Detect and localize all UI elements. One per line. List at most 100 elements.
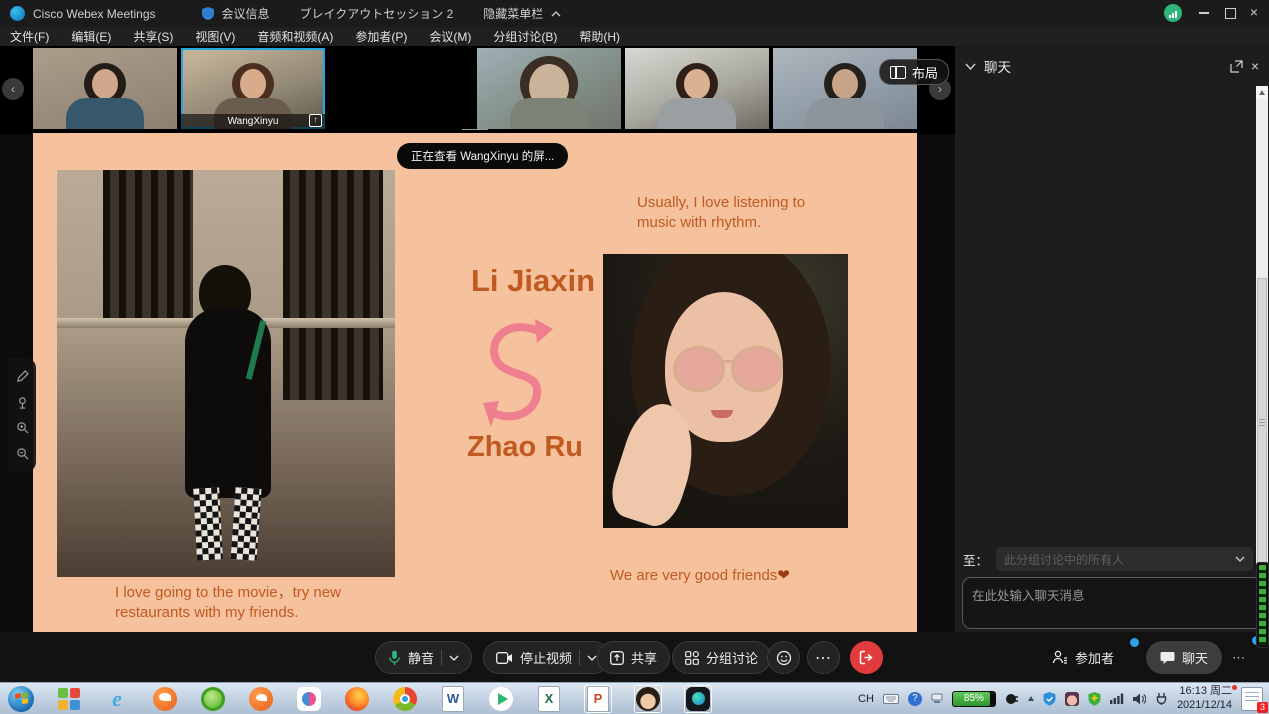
close-button[interactable]: × (1248, 6, 1260, 18)
zoom-in-icon[interactable] (16, 421, 29, 434)
ime-help-icon[interactable]: ? (908, 692, 922, 706)
taskbar-icon-baidu-netdisk[interactable] (296, 686, 322, 712)
photo-art-layer (721, 360, 733, 363)
minimize-button[interactable] (1198, 7, 1210, 19)
power-adapter-icon[interactable] (1005, 693, 1019, 705)
hide-menubar-button[interactable]: 隐藏菜单栏 (483, 5, 543, 22)
video-thumb-participant-4[interactable] (477, 48, 621, 129)
shared-screen-slide: I love going to the movie，try new restau… (33, 133, 917, 632)
chevron-down-icon[interactable] (587, 655, 597, 661)
participant-face (240, 69, 266, 99)
leave-meeting-button[interactable] (850, 641, 883, 674)
video-thumb-participant-5[interactable] (625, 48, 769, 129)
menu-share[interactable]: 共享(S) (133, 28, 173, 45)
share-button[interactable]: 共享 (597, 641, 670, 674)
recipient-value: 此分组讨论中的所有人 (1004, 551, 1229, 568)
volume-icon[interactable] (1133, 693, 1146, 705)
mute-button[interactable]: 静音 (375, 641, 472, 674)
taskbar-icon-firefox[interactable] (344, 686, 370, 712)
mute-label: 静音 (408, 648, 434, 667)
menu-audio-video[interactable]: 音频和视频(A) (257, 28, 333, 45)
participants-button[interactable]: 参加者 (1052, 641, 1114, 674)
maximize-button[interactable] (1224, 7, 1236, 19)
chevron-down-icon[interactable] (965, 63, 976, 70)
menu-help[interactable]: 帮助(H) (579, 28, 620, 45)
taskbar-icon-word[interactable]: W (440, 686, 466, 712)
menu-file[interactable]: 文件(F) (10, 28, 49, 45)
slide-name-li-jiaxin: Li Jiaxin (453, 263, 613, 299)
chat-button[interactable]: 聊天 (1146, 641, 1222, 674)
video-thumbnail-strip: WangXinyu ↑ ‹ › 布局 (0, 46, 955, 134)
leave-icon (859, 650, 874, 665)
taskbar-icon-orange-browser[interactable] (152, 686, 178, 712)
menu-view[interactable]: 视图(V) (195, 28, 235, 45)
notification-center-icon[interactable]: 3 (1241, 687, 1263, 711)
layout-button-label: 布局 (912, 63, 938, 82)
language-indicator[interactable]: CH (858, 693, 874, 705)
meeting-info-button[interactable]: 会议信息 (222, 5, 270, 22)
chevron-up-icon[interactable] (551, 11, 561, 17)
recipient-dropdown[interactable]: 此分组讨论中的所有人 (996, 547, 1253, 571)
taskbar-icon-avatar-app[interactable] (634, 685, 662, 713)
start-button[interactable] (8, 686, 34, 712)
webex-window: Cisco Webex Meetings 会议信息 ブレイクアウトセッション 2… (0, 0, 1269, 714)
taskbar-icon-tencent-video[interactable] (488, 686, 514, 712)
participants-notification-dot (1130, 638, 1139, 647)
video-thumb-camera-off[interactable] (329, 48, 473, 129)
tray-clock[interactable]: 16:13 周二 2021/12/14 (1177, 685, 1232, 713)
scroll-left-button[interactable]: ‹ (2, 78, 24, 100)
taskbar-icon-excel[interactable]: X (536, 686, 562, 712)
video-thumb-participant-1[interactable] (33, 48, 177, 129)
scrollbar-up-arrow[interactable] (1256, 86, 1268, 99)
smiley-icon (776, 650, 792, 666)
network-signal-icon[interactable] (1110, 693, 1124, 704)
participant-name-label: WangXinyu ↑ (181, 114, 325, 129)
taskbar-icon-internet-explorer[interactable]: e (104, 686, 130, 712)
more-dots-icon: ⋯ (1232, 650, 1246, 666)
security-shield-icon[interactable] (1043, 692, 1056, 706)
video-thumb-wangxinyu[interactable]: WangXinyu ↑ (181, 48, 325, 129)
shield-icon (202, 7, 214, 20)
tray-avatar-icon[interactable] (1065, 692, 1079, 706)
chat-scrollbar[interactable] (1256, 86, 1268, 612)
viewing-screen-banner: 正在查看 WangXinyu 的屏... (397, 143, 568, 169)
remote-control-icon[interactable] (16, 396, 29, 409)
chat-message-input[interactable] (962, 577, 1264, 629)
popout-panel-icon[interactable] (1230, 60, 1243, 73)
taskbar-icon-chrome[interactable] (392, 686, 418, 712)
stop-video-label: 停止视频 (520, 648, 572, 667)
zoom-out-icon[interactable] (16, 447, 29, 460)
more-panels-button[interactable]: ⋯ (1232, 641, 1246, 674)
photo-art-layer (231, 487, 262, 561)
taskbar-icon-green-browser[interactable] (200, 686, 226, 712)
connection-quality-icon[interactable] (1164, 4, 1182, 22)
scrollbar-thumb[interactable] (1257, 278, 1267, 566)
keyboard-icon[interactable] (883, 694, 899, 704)
taskbar-icon-powerpoint[interactable]: P (584, 685, 612, 713)
close-panel-icon[interactable]: × (1251, 58, 1259, 74)
reactions-button[interactable] (767, 641, 800, 674)
chat-label: 聊天 (1182, 648, 1208, 667)
annotate-pen-icon[interactable] (16, 370, 29, 383)
photo-art-layer (193, 487, 223, 560)
photo-street-portrait (57, 170, 395, 577)
taskbar-icon-app-squares[interactable] (56, 686, 82, 712)
chevron-down-icon[interactable] (449, 655, 459, 661)
taskbar-icon-orange-browser-2[interactable] (248, 686, 274, 712)
taskbar-icon-webex[interactable] (684, 685, 712, 713)
menu-meeting[interactable]: 会议(M) (429, 28, 471, 45)
app-title: Cisco Webex Meetings (33, 7, 156, 21)
stop-video-button[interactable]: 停止视频 (483, 641, 610, 674)
tray-expand-icon[interactable] (1028, 696, 1034, 701)
menu-participants[interactable]: 参加者(P) (355, 28, 407, 45)
power-plug-icon[interactable] (1155, 692, 1168, 705)
menu-edit[interactable]: 编辑(E) (71, 28, 111, 45)
menu-breakout[interactable]: 分组讨论(B) (493, 28, 557, 45)
layout-button[interactable]: 布局 (879, 59, 949, 85)
more-options-button[interactable]: ⋯ (807, 641, 840, 674)
breakout-sessions-button[interactable]: 分组讨论 (672, 641, 771, 674)
antivirus-shield-icon[interactable] (1088, 692, 1101, 706)
battery-indicator[interactable]: 85% (952, 691, 996, 707)
tray-mini-device-icon[interactable] (931, 693, 943, 704)
photo-art-layer (283, 170, 383, 400)
